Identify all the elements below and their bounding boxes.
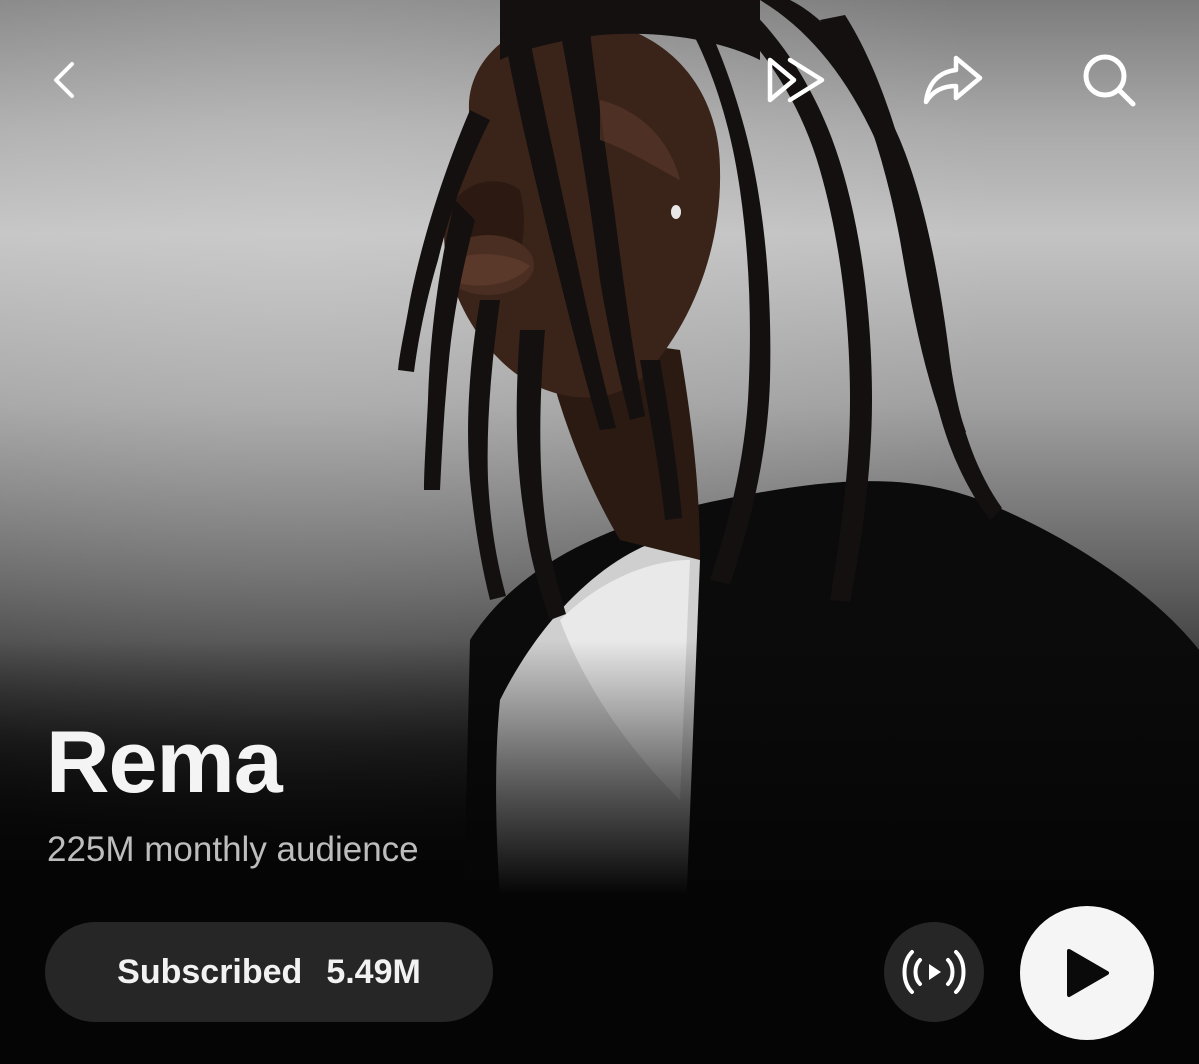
subscriber-count: 5.49M (326, 952, 421, 991)
share-button[interactable] (921, 48, 985, 112)
skip-forward-icon (767, 57, 825, 103)
monthly-audience: 225M monthly audience (47, 830, 419, 869)
back-button[interactable] (34, 48, 98, 112)
subscribe-button[interactable]: Subscribed 5.49M (45, 922, 493, 1022)
artist-radio-button[interactable] (884, 922, 984, 1022)
search-button[interactable] (1077, 48, 1141, 112)
search-icon (1083, 54, 1136, 107)
subscribe-label: Subscribed (117, 952, 303, 991)
broadcast-icon (902, 950, 966, 994)
chevron-left-icon (54, 62, 74, 98)
skip-forward-button[interactable] (764, 48, 828, 112)
artist-name: Rema (46, 712, 283, 811)
play-icon (1067, 949, 1109, 997)
artist-hero (0, 0, 1199, 1064)
share-icon (923, 55, 983, 105)
play-button[interactable] (1020, 906, 1154, 1040)
